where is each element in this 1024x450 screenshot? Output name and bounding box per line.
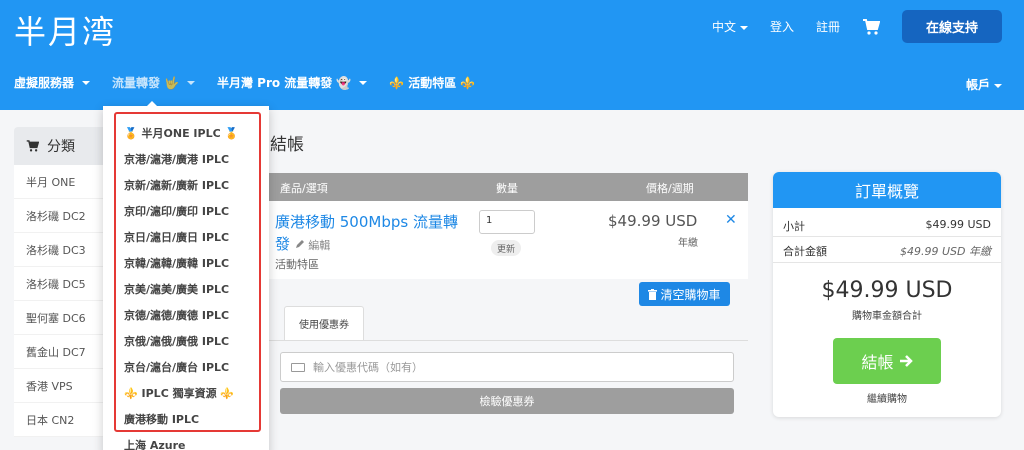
- site-logo[interactable]: 半月湾: [14, 7, 116, 53]
- total-amount: $49.99 USD: [821, 278, 953, 303]
- dropdown-item[interactable]: 京印/滬印/廣印 IPLC: [124, 203, 229, 219]
- nav-label: 半月灣 Pro 流量轉發: [216, 76, 333, 90]
- fleur-de-lis-icon: ⚜️: [389, 75, 405, 90]
- dropdown-item[interactable]: 上海 Azure: [124, 437, 185, 450]
- sidebar-item[interactable]: 聖何塞 DC6: [14, 301, 114, 335]
- summary-title: 訂單概覽: [773, 172, 1001, 208]
- remove-item-button[interactable]: ✕: [725, 212, 737, 228]
- sidebar-item[interactable]: 洛杉磯 DC5: [14, 267, 114, 301]
- trash-icon: [648, 288, 658, 300]
- sidebar-item[interactable]: 舊金山 DC7: [14, 335, 114, 369]
- online-support-button[interactable]: 在線支持: [902, 10, 1002, 43]
- cart-icon[interactable]: [862, 18, 881, 35]
- nav-item-pro-forwarding[interactable]: 半月灣 Pro 流量轉發 👻: [216, 74, 368, 91]
- sidebar-item[interactable]: 香港 VPS: [14, 369, 114, 403]
- totals-label: 合計金額: [783, 245, 827, 258]
- product-group: 活動特區: [275, 258, 319, 271]
- continue-shopping-link[interactable]: 繼續購物: [773, 390, 1001, 405]
- sidebar-title: 分類: [47, 139, 75, 155]
- cart-icon: [26, 140, 39, 152]
- hand-emoji-icon: 🤟: [164, 75, 179, 90]
- chevron-down-icon: [186, 80, 195, 85]
- sidebar-header: 分類: [14, 127, 114, 165]
- dropdown-arrow: [146, 101, 158, 107]
- column-quantity: 數量: [496, 182, 518, 195]
- dropdown-item[interactable]: 京韓/滬韓/廣韓 IPLC: [124, 255, 229, 271]
- ticket-icon: [291, 362, 305, 372]
- dropdown-item[interactable]: 京美/滬美/廣美 IPLC: [124, 281, 229, 297]
- checkout-label: 結帳: [861, 353, 894, 372]
- dropdown-item[interactable]: 廣港移動 IPLC: [124, 411, 199, 427]
- cart-table-header: 產品/選項 數量 價格/週期: [268, 173, 748, 201]
- promo-placeholder: 輸入優惠代碼（如有）: [313, 361, 423, 374]
- item-price: $49.99 USD: [608, 212, 698, 230]
- billing-cycle: 年繳: [678, 238, 698, 249]
- pencil-icon: [295, 240, 304, 248]
- order-summary: 訂單概覽 小計 $49.99 USD 合計金額 $49.99 USD 年繳 $4…: [773, 172, 1001, 417]
- ghost-emoji-icon: 👻: [336, 75, 352, 90]
- category-sidebar: 分類 半月 ONE 洛杉磯 DC2 洛杉磯 DC3 洛杉磯 DC5 聖何塞 DC…: [14, 127, 114, 437]
- divider: [773, 236, 1001, 237]
- subtotal-label: 小計: [783, 220, 805, 233]
- empty-cart-button[interactable]: 清空購物車: [639, 282, 730, 306]
- dropdown-item[interactable]: ⚜️ IPLC 獨享資源 ⚜️: [124, 385, 234, 401]
- login-link[interactable]: 登入: [770, 18, 794, 35]
- subtotal-value: $49.99 USD: [925, 218, 992, 231]
- register-link[interactable]: 註冊: [816, 18, 840, 35]
- dropdown-item[interactable]: 京俄/滬俄/廣俄 IPLC: [124, 333, 229, 349]
- dropdown-item[interactable]: 京台/滬台/廣台 IPLC: [124, 359, 229, 375]
- account-label: 帳戶: [965, 78, 990, 92]
- update-quantity-button[interactable]: 更新: [491, 240, 521, 256]
- divider: [773, 262, 1001, 263]
- dropdown-item[interactable]: 京日/滬日/廣日 IPLC: [124, 229, 229, 245]
- chevron-down-icon: [994, 83, 1002, 88]
- nav-label: 虛擬服務器: [14, 76, 75, 90]
- nav-label: 流量轉發: [112, 76, 161, 90]
- tab-promo-code[interactable]: 使用優惠券: [284, 306, 364, 340]
- chevron-down-icon: [359, 80, 368, 85]
- dropdown-item[interactable]: 京新/滬新/廣新 IPLC: [124, 177, 229, 193]
- edit-link[interactable]: 編輯: [295, 239, 331, 252]
- sidebar-item[interactable]: 半月 ONE: [14, 165, 114, 199]
- tab-divider: [268, 340, 748, 341]
- sidebar-list: 半月 ONE 洛杉磯 DC2 洛杉磯 DC3 洛杉磯 DC5 聖何塞 DC6 舊…: [14, 165, 114, 437]
- quantity-input[interactable]: 1: [479, 210, 535, 234]
- edit-label: 編輯: [308, 239, 331, 252]
- arrow-right-icon: [899, 355, 913, 367]
- chevron-down-icon: [739, 25, 748, 30]
- sidebar-item[interactable]: 洛杉磯 DC2: [14, 199, 114, 233]
- nav-item-traffic-forwarding[interactable]: 流量轉發 🤟: [112, 74, 195, 91]
- nav-item-virtual-servers[interactable]: 虛擬服務器: [14, 74, 91, 91]
- close-icon: ✕: [725, 212, 737, 228]
- validate-promo-button[interactable]: 檢驗優惠券: [280, 388, 734, 414]
- language-label: 中文: [711, 20, 736, 34]
- subtotal-row: 小計 $49.99 USD: [783, 218, 991, 234]
- dropdown-item[interactable]: 京港/滬港/廣港 IPLC: [124, 151, 229, 167]
- dropdown-item[interactable]: 🏅 半月ONE IPLC 🏅: [124, 125, 238, 141]
- account-menu[interactable]: 帳戶: [966, 76, 1002, 93]
- page-title: 結帳: [270, 135, 304, 155]
- empty-cart-label: 清空購物車: [660, 287, 721, 302]
- checkout-button[interactable]: 結帳: [833, 338, 941, 384]
- total-caption: 購物車金額合計: [852, 311, 922, 322]
- dropdown-item[interactable]: 京德/滬德/廣德 IPLC: [124, 307, 229, 323]
- language-selector[interactable]: 中文: [712, 18, 748, 35]
- nav-item-promotions[interactable]: ⚜️ 活動特區 ⚜️: [389, 74, 475, 91]
- cart-item: 廣港移動 500Mbps 流量轉發 編輯: [275, 211, 470, 257]
- promo-code-input[interactable]: 輸入優惠代碼（如有）: [280, 352, 734, 382]
- top-utility-bar: 中文 登入 註冊 在線支持: [712, 10, 1002, 43]
- totals-value: $49.99 USD 年繳: [900, 245, 991, 258]
- totals-row: 合計金額 $49.99 USD 年繳: [783, 243, 991, 259]
- sidebar-item[interactable]: 日本 CN2: [14, 403, 114, 437]
- main-nav: 虛擬服務器 流量轉發 🤟 半月灣 Pro 流量轉發 👻 ⚜️ 活動特區 ⚜️: [14, 74, 475, 91]
- chevron-down-icon: [82, 80, 91, 85]
- column-product: 產品/選項: [280, 182, 328, 195]
- column-price: 價格/週期: [646, 182, 694, 195]
- nav-label: 活動特區: [408, 76, 457, 90]
- header: 半月湾 中文 登入 註冊 在線支持 虛擬服務器 流量轉發 🤟 半月灣 Pro 流…: [0, 0, 1024, 110]
- sidebar-item[interactable]: 洛杉磯 DC3: [14, 233, 114, 267]
- fleur-de-lis-icon: ⚜️: [460, 75, 476, 90]
